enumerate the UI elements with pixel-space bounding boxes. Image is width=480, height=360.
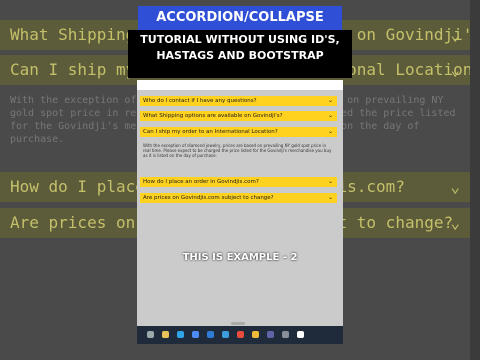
chevron-down-icon: ⌄ bbox=[327, 178, 333, 185]
subtitle-line: HASTAGS AND BOOTSTRAP bbox=[156, 49, 324, 62]
accordion-header[interactable]: Who do I contact if I have any questions… bbox=[140, 96, 337, 106]
accordion-header[interactable]: What Shipping options are available on G… bbox=[140, 111, 337, 121]
video-subtitle: TUTORIAL WITHOUT USING ID'S, HASTAGS AND… bbox=[128, 30, 352, 78]
subtitle-line: TUTORIAL WITHOUT USING ID'S, bbox=[140, 33, 340, 46]
media-icon[interactable] bbox=[297, 331, 304, 338]
chevron-down-icon: ⌄ bbox=[450, 60, 460, 79]
chevron-down-icon: ⌄ bbox=[327, 112, 333, 119]
taskbar bbox=[137, 326, 343, 344]
edge-icon[interactable] bbox=[177, 331, 184, 338]
store-icon[interactable] bbox=[192, 331, 199, 338]
chevron-down-icon: ⌄ bbox=[450, 25, 460, 44]
folder-icon[interactable] bbox=[252, 331, 259, 338]
vscode-icon[interactable] bbox=[222, 331, 229, 338]
chrome-icon[interactable] bbox=[237, 331, 244, 338]
browser-toolbar bbox=[137, 80, 343, 90]
accordion-label: Who do I contact if I have any questions… bbox=[143, 98, 257, 104]
accordion-body: With the exception of diamond jewelry, p… bbox=[140, 141, 337, 171]
teams-icon[interactable] bbox=[267, 331, 274, 338]
search-icon[interactable] bbox=[147, 331, 154, 338]
chevron-down-icon: ⌄ bbox=[327, 128, 333, 135]
chevron-down-icon: ⌄ bbox=[327, 97, 333, 104]
file-explorer-icon[interactable] bbox=[162, 331, 169, 338]
video-caption: THIS IS EXAMPLE - 2 bbox=[182, 252, 298, 263]
accordion-header[interactable]: Are prices on Govindjis.com subject to c… bbox=[140, 193, 337, 203]
settings-icon[interactable] bbox=[282, 331, 289, 338]
accordion-header[interactable]: How do I place an order in Govindjis.com… bbox=[140, 177, 337, 187]
chevron-down-icon: ⌄ bbox=[327, 194, 333, 201]
side-strip bbox=[470, 0, 480, 360]
chevron-down-icon: ⌄ bbox=[450, 213, 460, 232]
accordion-label: Can I ship my order to an International … bbox=[143, 129, 278, 135]
chevron-down-icon: ⌄ bbox=[450, 177, 460, 196]
accordion-label: Are prices on Govindjis.com subject to c… bbox=[143, 195, 274, 201]
video-title: ACCORDION/COLLAPSE bbox=[138, 6, 342, 30]
browser-viewport: Who do I contact if I have any questions… bbox=[137, 80, 343, 336]
progress-indicator bbox=[231, 322, 245, 325]
accordion-label: What Shipping options are available on G… bbox=[143, 113, 283, 119]
mail-icon[interactable] bbox=[207, 331, 214, 338]
accordion-header[interactable]: Can I ship my order to an International … bbox=[140, 127, 337, 137]
accordion-label: How do I place an order in Govindjis.com… bbox=[143, 179, 259, 185]
